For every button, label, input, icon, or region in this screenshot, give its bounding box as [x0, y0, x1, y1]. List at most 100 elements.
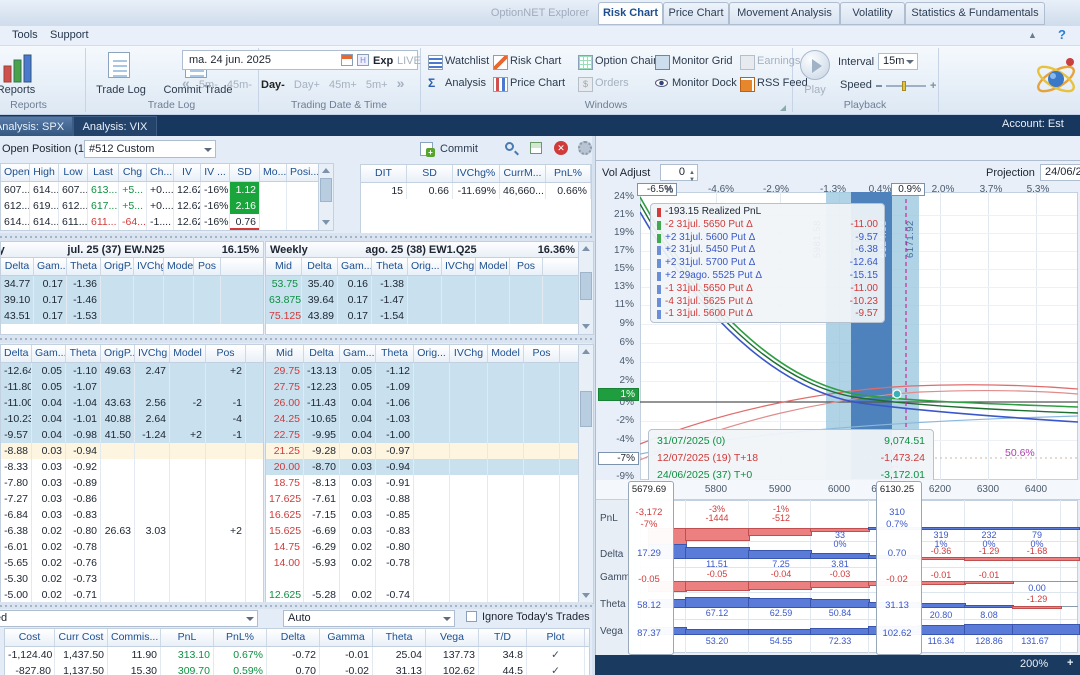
ignore-trades-checkbox[interactable]	[466, 611, 477, 622]
play-button[interactable]	[800, 50, 830, 80]
combine-dropdown[interactable]: Combined	[0, 610, 258, 627]
tab-risk-chart[interactable]: Risk Chart	[598, 2, 663, 25]
table-row[interactable]: 63.875 39.64 0.17 -1.47	[266, 292, 579, 308]
table-row[interactable]: 26.00 -11.43 0.04 -1.06	[266, 395, 579, 411]
table-row[interactable]: 12.625 -5.28 0.02 -0.74	[266, 587, 579, 603]
risk-chart-button[interactable]: Risk Chart	[510, 55, 561, 67]
orders-button[interactable]: Orders	[595, 77, 629, 89]
table-row[interactable]: 614... 614... 611... 611... -64... -1.... 12.6…	[1, 214, 319, 230]
table-row[interactable]: -8.33 0.03 -0.92	[1, 459, 263, 475]
table-row[interactable]: 24.25 -10.65 0.04 -1.03	[266, 411, 579, 427]
speed-slider[interactable]	[886, 85, 926, 87]
speed-plus-icon[interactable]: +	[930, 80, 936, 92]
live-label[interactable]: LIVE	[397, 52, 421, 70]
tab-statistics[interactable]: Statistics & Fundamentals	[905, 2, 1045, 25]
step-day-plus[interactable]: Day+	[294, 79, 320, 91]
table-row[interactable]: -10.23 0.04 -1.01 40.88 2.64 -4	[1, 411, 263, 427]
step-45m-minus[interactable]: 45m-	[227, 79, 252, 91]
table-row[interactable]	[266, 571, 579, 587]
table-row[interactable]: 27.75 -12.23 0.05 -1.09	[266, 379, 579, 395]
calendar-icon[interactable]	[341, 54, 353, 66]
earnings-button[interactable]: Earnings	[757, 55, 800, 67]
table-row[interactable]: 39.10 0.17 -1.46	[1, 292, 263, 308]
step-forward-icon[interactable]: »	[397, 75, 405, 91]
table-row[interactable]: -6.38 0.02 -0.80 26.63 3.03 +2	[1, 523, 263, 539]
table-row[interactable]: 20.00 -8.70 0.03 -0.94	[266, 459, 579, 475]
step-day-minus[interactable]: Day-	[261, 79, 285, 91]
table-row[interactable]: 34.77 0.17 -1.36	[1, 276, 263, 292]
table-row[interactable]: 43.51 0.17 -1.53	[1, 308, 263, 324]
trading-date-field[interactable]: ma. 24 jun. 2025 H Exp LIVE	[182, 50, 421, 70]
table-row[interactable]: 607... 614... 607... 613... +5... +0.... 12.62…	[1, 182, 319, 198]
watchlist-button[interactable]: Watchlist	[445, 55, 489, 67]
expiry-scrollbar[interactable]	[578, 241, 594, 335]
tab-movement-analysis[interactable]: Movement Analysis	[729, 2, 840, 25]
table-row[interactable]: -8.88 0.03 -0.94	[1, 443, 263, 459]
interval-dropdown[interactable]: 15m	[878, 53, 918, 70]
zoom-in-icon[interactable]: +	[1067, 657, 1073, 669]
table-row[interactable]: 16.625 -7.15 0.03 -0.85	[266, 507, 579, 523]
tab-price-chart[interactable]: Price Chart	[663, 2, 729, 25]
speed-minus-icon[interactable]	[876, 85, 882, 87]
table-row[interactable]: -5.00 0.02 -0.71	[1, 587, 263, 603]
table-row[interactable]: 53.75 35.40 0.16 -1.38	[266, 276, 579, 292]
table-row[interactable]: 14.75 -6.29 0.02 -0.80	[266, 539, 579, 555]
monitor-dock-button[interactable]: Monitor Dock	[672, 77, 737, 89]
table-row[interactable]: 15 0.66 -11.69% 46,660... 0.66%	[361, 183, 591, 199]
price-chart-button[interactable]: Price Chart	[510, 77, 565, 89]
option-chain-button[interactable]: Option Chain	[595, 55, 659, 67]
close-position-icon[interactable]: ✕	[554, 141, 568, 155]
time-icon[interactable]: H	[357, 54, 369, 66]
table-row[interactable]: 22.75 -9.95 0.04 -1.00	[266, 427, 579, 443]
gear-icon[interactable]	[578, 141, 592, 155]
tab-analysis-spx[interactable]: Analysis: SPX	[0, 116, 73, 137]
tab-volatility[interactable]: Volatility	[840, 2, 905, 25]
monitor-grid-button[interactable]: Monitor Grid	[672, 55, 733, 67]
search-icon[interactable]	[505, 142, 514, 151]
table-row[interactable]: 29.75 -13.13 0.05 -1.12	[266, 363, 579, 379]
splitter[interactable]	[0, 602, 592, 609]
trade-log-button[interactable]: Trade Log	[90, 84, 152, 96]
step-5m-minus[interactable]: 5m-	[199, 79, 218, 91]
table-row[interactable]: -12.64 0.05 -1.10 49.63 2.47 +2	[1, 363, 263, 379]
table-row[interactable]: -6.01 0.02 -0.78	[1, 539, 263, 555]
speed-slider-thumb[interactable]	[902, 81, 906, 91]
step-back-icon[interactable]: «	[182, 75, 190, 91]
table-row[interactable]: -11.80 0.05 -1.07	[1, 379, 263, 395]
ribbon-collapse-icon[interactable]: ▲	[1028, 30, 1037, 40]
table-row[interactable]: 612... 619... 612... 617... +5... +0.... 12.62…	[1, 198, 319, 214]
mode-dropdown[interactable]: Auto	[283, 610, 455, 627]
table-row[interactable]: 14.00 -5.93 0.02 -0.78	[266, 555, 579, 571]
exp-label[interactable]: Exp	[373, 52, 393, 70]
table-row[interactable]: -7.27 0.03 -0.86	[1, 491, 263, 507]
splitter[interactable]	[0, 335, 592, 343]
table-row[interactable]: -9.57 0.04 -0.98 41.50 -1.24 +2 -1	[1, 427, 263, 443]
table-row[interactable]: 21.25 -9.28 0.03 -0.97	[266, 443, 579, 459]
table-row[interactable]: -827.80 1,137.50 15.30 309.70 0.59% 0.70 -0.02…	[5, 663, 589, 675]
table-row[interactable]: 75.125 43.89 0.17 -1.54	[266, 308, 579, 324]
table-row[interactable]: 18.75 -8.13 0.03 -0.91	[266, 475, 579, 491]
table-row[interactable]: 17.625 -7.61 0.03 -0.88	[266, 491, 579, 507]
position-dropdown[interactable]: #512 Custom	[84, 140, 216, 158]
export-icon[interactable]	[530, 142, 542, 154]
reports-button[interactable]: Reports	[0, 84, 46, 96]
reports-icon[interactable]	[2, 52, 36, 84]
analysis-button[interactable]: Analysis	[445, 77, 486, 89]
commit-button[interactable]: Commit	[440, 143, 478, 155]
table-row[interactable]: -7.80 0.03 -0.89	[1, 475, 263, 491]
table-row[interactable]: -5.30 0.02 -0.73	[1, 571, 263, 587]
menu-support[interactable]: Support	[44, 28, 95, 42]
tab-analysis-vix[interactable]: Analysis: VIX	[73, 116, 157, 137]
quote-scrollbar[interactable]	[318, 163, 334, 231]
help-icon[interactable]: ?	[1058, 27, 1066, 42]
step-5m-plus[interactable]: 5m+	[366, 79, 388, 91]
chain-scrollbar[interactable]	[578, 344, 594, 604]
table-row[interactable]: -11.00 0.04 -1.04 43.63 2.56 -2 -1	[1, 395, 263, 411]
spinner-down-icon[interactable]: ▼	[689, 173, 695, 188]
table-row[interactable]: -1,124.40 1,437.50 11.90 313.10 0.67% -0.72 -0…	[5, 647, 589, 663]
vol-adjust-spinner[interactable]: 0 ▲ ▼	[660, 164, 698, 183]
splitter[interactable]	[0, 233, 592, 241]
projection-date-field[interactable]: 24/06/2025	[1040, 164, 1080, 181]
step-45m-plus[interactable]: 45m+	[329, 79, 357, 91]
windows-dialog-launcher-icon[interactable]	[780, 105, 786, 111]
